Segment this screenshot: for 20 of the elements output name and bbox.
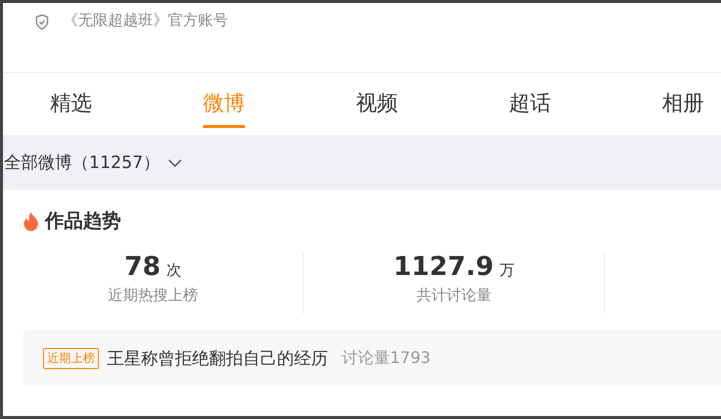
discussion-count: 讨论量1793 — [342, 348, 431, 368]
account-label: 《无限超越班》官方账号 — [63, 11, 228, 30]
shield-icon — [35, 14, 49, 30]
stat-value: 78 — [124, 252, 161, 282]
stat-unit: 万 — [500, 261, 515, 279]
tab[interactable]: 视频 — [356, 89, 398, 128]
stat-label: 共计讨论量 — [416, 286, 492, 305]
stat-value: 1127.9 — [393, 252, 494, 282]
tab[interactable]: 精选 — [50, 89, 92, 128]
section-title: 作品趋势 — [45, 209, 121, 234]
tab[interactable]: 超话 — [509, 89, 551, 128]
flame-icon — [23, 211, 39, 231]
item-title: 王星称曾拒绝翻拍自己的经历 — [107, 348, 328, 370]
stat-label: 近期热搜上榜 — [108, 286, 198, 305]
trend-item[interactable]: 近期上榜 王星称曾拒绝翻拍自己的经历 讨论量1793 — [23, 330, 721, 386]
recent-badge: 近期上榜 — [43, 348, 99, 368]
tab[interactable]: 相册 — [662, 89, 704, 128]
chevron-down-icon — [168, 158, 182, 166]
stat-unit: 次 — [166, 261, 182, 279]
filter-dropdown[interactable]: 全部微博（11257） — [4, 151, 182, 174]
